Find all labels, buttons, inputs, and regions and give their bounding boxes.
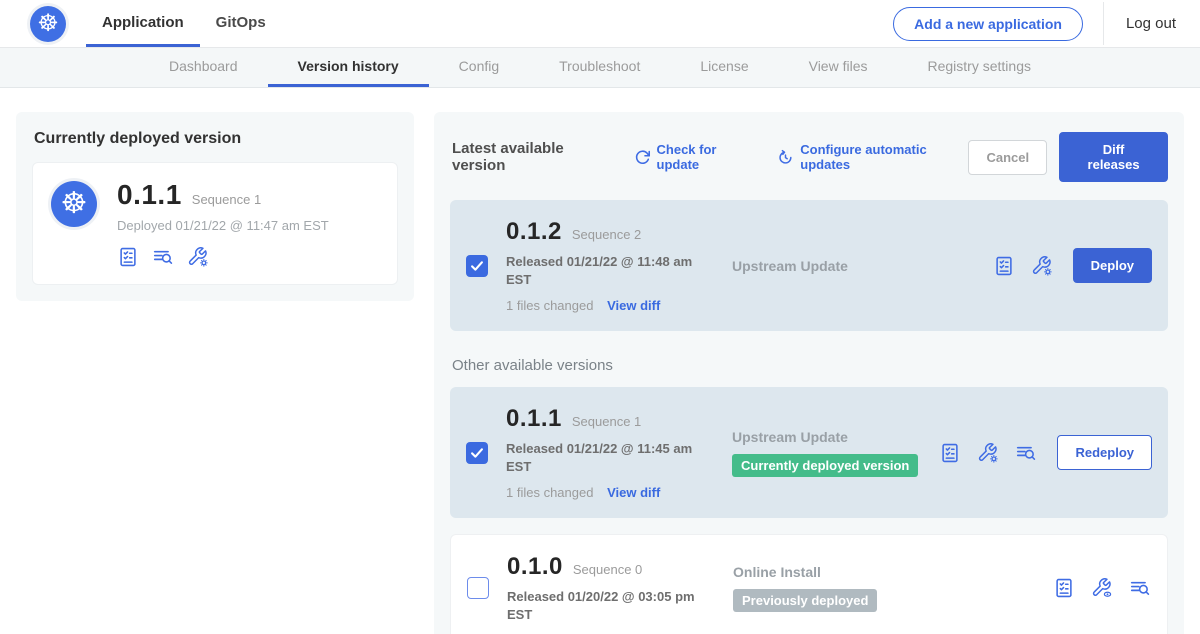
subnav-item-license[interactable]: License xyxy=(670,48,778,87)
checkmark-icon xyxy=(468,444,486,462)
release-row-0-1-0: 0.1.0 Sequence 0 Released 01/20/22 @ 03:… xyxy=(450,534,1168,634)
files-changed-label: 1 files changed xyxy=(506,298,593,313)
release-checkbox[interactable] xyxy=(467,577,489,599)
check-for-update-link[interactable]: Check for update xyxy=(634,142,756,172)
files-changed-label: 1 files changed xyxy=(506,485,593,500)
edit-config-icon[interactable] xyxy=(1031,255,1053,277)
subnav-item-config[interactable]: Config xyxy=(429,48,529,87)
release-row-0-1-2: 0.1.2 Sequence 2 Released 01/21/22 @ 11:… xyxy=(450,200,1168,331)
currently-deployed-panel: Currently deployed version 0.1.1 Sequenc… xyxy=(16,112,414,301)
checkmark-icon xyxy=(468,257,486,275)
subnav-item-dashboard[interactable]: Dashboard xyxy=(139,48,268,87)
configure-automatic-updates-link[interactable]: Configure automatic updates xyxy=(777,142,968,172)
app-kubernetes-icon xyxy=(51,181,97,227)
view-diff-link[interactable]: View diff xyxy=(607,485,660,500)
deployed-version-number: 0.1.1 xyxy=(117,179,182,211)
deploy-button[interactable]: Deploy xyxy=(1073,248,1152,283)
release-sequence-label: Sequence 1 xyxy=(572,414,641,429)
other-available-versions-title: Other available versions xyxy=(452,357,1168,374)
previously-deployed-badge: Previously deployed xyxy=(733,589,877,612)
edit-config-icon[interactable] xyxy=(187,246,209,268)
deploy-logs-icon[interactable] xyxy=(1015,442,1037,464)
edit-config-icon[interactable] xyxy=(977,442,999,464)
tab-gitops-label: GitOps xyxy=(216,14,266,31)
version-history-panel: Latest available version Check for updat… xyxy=(434,112,1184,634)
release-timestamp: Released 01/21/22 @ 11:45 am EST xyxy=(506,440,702,475)
tab-gitops[interactable]: GitOps xyxy=(200,0,282,47)
currently-deployed-badge: Currently deployed version xyxy=(732,454,918,477)
release-sequence-label: Sequence 2 xyxy=(572,227,641,242)
add-new-application-button[interactable]: Add a new application xyxy=(893,7,1083,41)
release-version-number: 0.1.0 xyxy=(507,553,563,581)
release-source-label: Upstream Update xyxy=(732,429,918,445)
deploy-logs-icon[interactable] xyxy=(1129,577,1151,599)
top-nav: Application GitOps Add a new application… xyxy=(0,0,1200,48)
latest-version-header: Latest available version Check for updat… xyxy=(450,132,1168,182)
currently-deployed-title: Currently deployed version xyxy=(34,130,398,148)
view-diff-link[interactable]: View diff xyxy=(607,298,660,313)
deploy-logs-icon[interactable] xyxy=(152,246,174,268)
cancel-button[interactable]: Cancel xyxy=(968,140,1047,175)
preflight-checks-icon[interactable] xyxy=(117,246,139,268)
preflight-checks-icon[interactable] xyxy=(993,255,1015,277)
subnav-item-troubleshoot[interactable]: Troubleshoot xyxy=(529,48,670,87)
currently-deployed-card: 0.1.1 Sequence 1 Deployed 01/21/22 @ 11:… xyxy=(32,162,398,285)
refresh-icon xyxy=(634,149,651,166)
release-checkbox[interactable] xyxy=(466,255,488,277)
release-source-label: Online Install xyxy=(733,564,908,580)
release-timestamp: Released 01/21/22 @ 11:48 am EST xyxy=(506,253,702,288)
preflight-checks-icon[interactable] xyxy=(1053,577,1075,599)
release-version-number: 0.1.2 xyxy=(506,218,562,246)
preflight-checks-icon[interactable] xyxy=(939,442,961,464)
deployed-timestamp: Deployed 01/21/22 @ 11:47 am EST xyxy=(117,218,329,233)
subnav-item-version-history[interactable]: Version history xyxy=(268,48,429,87)
subnav-item-view-files[interactable]: View files xyxy=(779,48,898,87)
redeploy-button[interactable]: Redeploy xyxy=(1057,435,1152,470)
app-sub-nav: Dashboard Version history Config Trouble… xyxy=(0,48,1200,88)
main-content: Currently deployed version 0.1.1 Sequenc… xyxy=(0,88,1200,634)
kubernetes-logo-icon xyxy=(30,6,66,42)
check-for-update-label: Check for update xyxy=(657,142,756,172)
release-row-0-1-1: 0.1.1 Sequence 1 Released 01/21/22 @ 11:… xyxy=(450,387,1168,518)
release-timestamp: Released 01/20/22 @ 03:05 pm EST xyxy=(507,588,703,623)
subnav-item-registry-settings[interactable]: Registry settings xyxy=(898,48,1061,87)
latest-version-title: Latest available version xyxy=(452,140,612,174)
logout-button[interactable]: Log out xyxy=(1103,2,1184,45)
diff-releases-button[interactable]: Diff releases xyxy=(1059,132,1168,182)
tab-application-label: Application xyxy=(102,14,184,31)
configure-automatic-updates-label: Configure automatic updates xyxy=(800,142,968,172)
app-logo xyxy=(30,0,66,47)
release-version-number: 0.1.1 xyxy=(506,405,562,433)
release-sequence-label: Sequence 0 xyxy=(573,562,642,577)
auto-update-clock-icon xyxy=(777,149,794,166)
release-source-label: Upstream Update xyxy=(732,258,907,274)
deployed-sequence-label: Sequence 1 xyxy=(192,192,261,207)
view-config-icon[interactable] xyxy=(1091,577,1113,599)
tab-application[interactable]: Application xyxy=(86,0,200,47)
release-checkbox[interactable] xyxy=(466,442,488,464)
